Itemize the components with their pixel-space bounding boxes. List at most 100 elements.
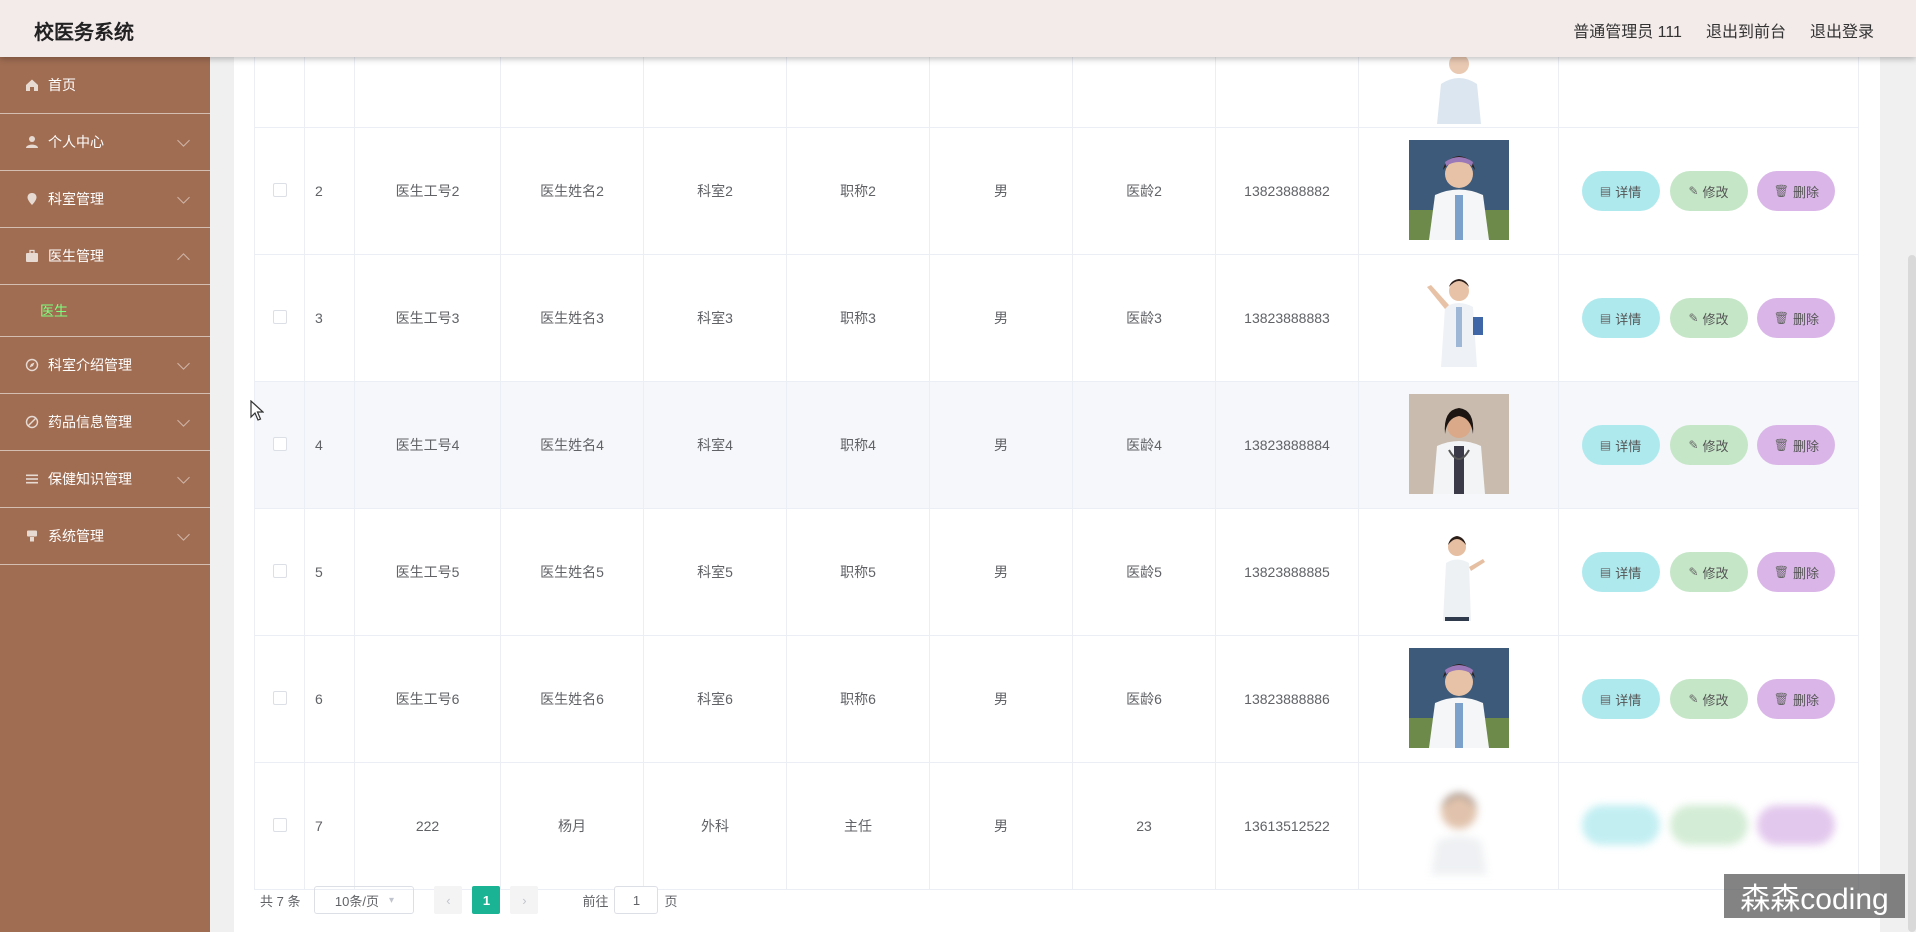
edit-button[interactable]: ✎ 修改 (1669, 171, 1748, 211)
delete-button[interactable]: 🗑 删除 (1757, 298, 1836, 338)
row-index: 3 (304, 254, 355, 382)
doctor-name: 杨月 (500, 762, 644, 890)
document-icon: ▤ (1599, 438, 1612, 452)
row-checkbox[interactable] (272, 309, 287, 324)
next-page-button[interactable]: › (510, 886, 539, 914)
row-checkbox-cell (254, 635, 305, 763)
doctor-age: 医龄5 (1072, 508, 1216, 636)
chevron-down-icon (177, 471, 190, 484)
doctor-dept: 科室5 (643, 508, 787, 636)
doctor-dept: 科室4 (643, 381, 787, 509)
document-icon: ▤ (1599, 692, 1612, 706)
doctor-table: 2 医生工号2 医生姓名2 科室2 职称2 男 医龄2 13823888882 … (254, 57, 1859, 890)
row-checkbox[interactable] (272, 182, 287, 197)
doctor-phone: 13823888884 (1215, 381, 1359, 509)
row-index: 4 (304, 381, 355, 509)
doctor-gender: 男 (929, 762, 1073, 890)
sidebar-item-system[interactable]: 系统管理 (0, 508, 210, 565)
goto-page-input[interactable] (614, 886, 659, 914)
detail-button[interactable]: ▤ 详情 (1581, 298, 1660, 338)
row-index: 2 (304, 127, 355, 255)
doctor-gender: 男 (929, 635, 1073, 763)
sidebar-item-profile[interactable]: 个人中心 (0, 114, 210, 171)
delete-button[interactable] (1757, 804, 1836, 845)
sidebar-item-label: 个人中心 (48, 134, 104, 150)
logout-link[interactable]: 退出登录 (1810, 18, 1874, 42)
sidebar-item-home[interactable]: 首页 (0, 57, 210, 114)
doctor-age: 医龄3 (1072, 254, 1216, 382)
back-to-front-link[interactable]: 退出到前台 (1706, 18, 1786, 42)
settings-icon (24, 528, 40, 544)
doctor-gender: 男 (929, 127, 1073, 255)
doctor-age: 医龄6 (1072, 635, 1216, 763)
table-row (254, 57, 1859, 128)
app-title: 校医务系统 (34, 22, 134, 44)
trash-icon: 🗑 (1773, 692, 1789, 706)
sidebar-item-health-knowledge[interactable]: 保健知识管理 (0, 451, 210, 508)
detail-button[interactable]: ▤ 详情 (1581, 425, 1660, 465)
doctor-photo (1408, 647, 1509, 748)
sidebar-item-department-intro[interactable]: 科室介绍管理 (0, 337, 210, 394)
location-icon (24, 191, 40, 207)
sidebar-item-label: 首页 (48, 77, 76, 93)
row-index: 5 (304, 508, 355, 636)
edit-button[interactable]: ✎ 修改 (1669, 298, 1748, 338)
sidebar-item-medicine[interactable]: 药品信息管理 (0, 394, 210, 451)
sidebar-item-doctor[interactable]: 医生管理 (0, 228, 210, 285)
edit-button[interactable]: ✎ 修改 (1669, 679, 1748, 719)
pencil-icon: ✎ (1688, 565, 1699, 579)
pencil-icon: ✎ (1688, 438, 1699, 452)
chevron-down-icon (177, 414, 190, 427)
delete-button[interactable]: 🗑 删除 (1757, 171, 1836, 211)
table-row: 5 医生工号5 医生姓名5 科室5 职称5 男 医龄5 13823888885 … (254, 508, 1859, 636)
doctor-id: 医生工号4 (354, 381, 501, 509)
delete-button[interactable]: 🗑 删除 (1757, 679, 1836, 719)
trash-icon: 🗑 (1773, 565, 1789, 579)
user-icon (24, 134, 40, 150)
page-number-button[interactable]: 1 (472, 886, 501, 914)
edit-button[interactable] (1669, 804, 1748, 845)
sidebar-item-department[interactable]: 科室管理 (0, 171, 210, 228)
row-checkbox[interactable] (272, 436, 287, 451)
prev-page-button[interactable]: ‹ (434, 886, 463, 914)
doctor-name: 医生姓名6 (500, 635, 644, 763)
goto-label: 前往 (582, 893, 609, 909)
pagination-total: 共 7 条 (260, 893, 301, 909)
row-checkbox[interactable] (272, 690, 287, 705)
document-icon: ▤ (1599, 311, 1612, 325)
list-icon (24, 471, 40, 487)
detail-button[interactable]: ▤ 详情 (1581, 552, 1660, 592)
detail-button[interactable] (1581, 804, 1660, 845)
doctor-id: 222 (354, 762, 501, 890)
chevron-down-icon (177, 134, 190, 147)
doctor-photo (1408, 57, 1509, 124)
detail-button[interactable]: ▤ 详情 (1581, 171, 1660, 211)
compass-icon (24, 357, 40, 373)
page-size-select[interactable]: 10条/页 ▾ (314, 886, 415, 914)
main-content: 2 医生工号2 医生姓名2 科室2 职称2 男 医龄2 13823888882 … (234, 57, 1880, 932)
doctor-photo (1408, 139, 1509, 240)
doctor-title: 主任 (786, 762, 930, 890)
detail-button[interactable]: ▤ 详情 (1581, 679, 1660, 719)
row-checkbox[interactable] (272, 817, 287, 832)
trash-icon: 🗑 (1773, 311, 1789, 325)
edit-button[interactable]: ✎ 修改 (1669, 552, 1748, 592)
doctor-name: 医生姓名2 (500, 127, 644, 255)
delete-button[interactable]: 🗑 删除 (1757, 425, 1836, 465)
doctor-dept: 科室2 (643, 127, 787, 255)
sidebar-item-label: 医生管理 (48, 248, 104, 264)
row-checkbox[interactable] (272, 563, 287, 578)
delete-button[interactable]: 🗑 删除 (1757, 552, 1836, 592)
edit-button[interactable]: ✎ 修改 (1669, 425, 1748, 465)
doctor-title: 职称6 (786, 635, 930, 763)
doctor-name: 医生姓名4 (500, 381, 644, 509)
header-actions: 普通管理员 111 退出到前台 退出登录 (1573, 18, 1874, 42)
doctor-dept: 科室3 (643, 254, 787, 382)
sidebar-subitem-doctor[interactable]: 医生 (0, 285, 210, 337)
pencil-icon: ✎ (1688, 184, 1699, 198)
pencil-icon: ✎ (1688, 692, 1699, 706)
chevron-up-icon (177, 253, 190, 266)
doctor-gender: 男 (929, 508, 1073, 636)
sidebar-item-label: 保健知识管理 (48, 471, 132, 487)
scrollbar[interactable] (1908, 255, 1916, 932)
